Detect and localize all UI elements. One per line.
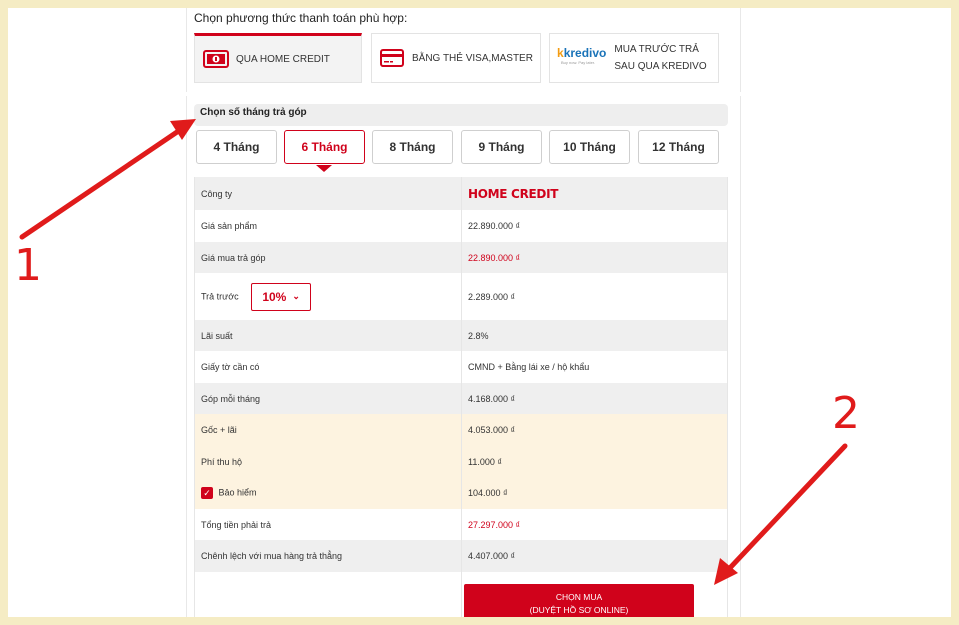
payment-option-kredivo[interactable]: kkredivo Buy now. Pay later. MUA TRƯỚC T… [549, 33, 719, 83]
payment-method-panel: Chọn phương thức thanh toán phù hợp: QUA… [186, 8, 741, 92]
table-row-documents: Giấy tờ cần có CMND + Bằng lái xe / hộ k… [194, 351, 728, 383]
table-row-interest: Lãi suất 2.8% [194, 320, 728, 351]
insurance-label: Bảo hiểm [218, 487, 257, 498]
table-row-company: Công ty HOME CREDIT [194, 177, 728, 210]
prepay-percent-value: 10% [262, 289, 287, 304]
installment-table: Công ty HOME CREDIT Giá sản phẩm 22.890.… [194, 177, 728, 617]
row-value: 27.297.000 ₫ [461, 509, 728, 540]
row-value: CMND + Bằng lái xe / hộ khẩu [461, 351, 728, 383]
page-frame: Chọn phương thức thanh toán phù hợp: QUA… [8, 8, 951, 617]
row-label: Giấy tờ cần có [194, 351, 462, 383]
row-value: 4.053.000 ₫ [461, 414, 728, 446]
tab-9-months[interactable]: 9 Tháng [461, 130, 542, 164]
row-label: Gốc + lãi [194, 414, 462, 446]
home-credit-icon [203, 50, 229, 68]
row-label: Trả trước 10% ⌄ [194, 273, 462, 320]
tab-10-months[interactable]: 10 Tháng [549, 130, 630, 164]
row-label: Góp mỗi tháng [194, 383, 462, 414]
row-value: 4.168.000 ₫ [461, 383, 728, 414]
row-label: Lãi suất [194, 320, 462, 351]
row-value: 22.890.000 ₫ [461, 210, 728, 242]
table-row-principal: Gốc + lãi 4.053.000 ₫ [194, 414, 728, 446]
payment-option-kredivo-label: MUA TRƯỚC TRẢ SAU QUA KREDIVO [614, 44, 707, 72]
table-row-prepay: Trả trước 10% ⌄ 2.289.000 ₫ [194, 273, 728, 320]
chevron-down-icon: ⌄ [292, 291, 300, 301]
tab-6-months[interactable]: 6 Tháng [284, 130, 365, 164]
prepay-label: Trả trước [201, 290, 239, 301]
tab-8-months[interactable]: 8 Tháng [372, 130, 453, 164]
row-value: 22.890.000 ₫ [461, 242, 728, 273]
table-row-install-price: Giá mua trả góp 22.890.000 ₫ [194, 242, 728, 273]
payment-method-title: Chọn phương thức thanh toán phù hợp: [194, 11, 408, 25]
row-value: HOME CREDIT [461, 177, 728, 210]
table-row-price: Giá sản phẩm 22.890.000 ₫ [194, 210, 728, 242]
kredivo-logo: kkredivo Buy now. Pay later. [557, 46, 607, 65]
payment-option-visa-master-label: BẰNG THẺ VISA,MASTER [412, 52, 533, 64]
annotation-label-2: 2 [832, 388, 860, 439]
buy-button-line2: (DUYỆT HỒ SƠ ONLINE) [529, 605, 629, 615]
table-row-buy: CHỌN MUA (DUYỆT HỒ SƠ ONLINE) [194, 572, 728, 617]
row-value: 11.000 ₫ [461, 446, 728, 477]
row-label: Tổng tiền phải trả [194, 509, 462, 540]
buy-button-line1: CHỌN MUA [555, 592, 603, 602]
insurance-checkbox[interactable]: ✓ [201, 487, 213, 499]
payment-option-home-credit-label: QUA HOME CREDIT [236, 53, 330, 65]
row-value: 2.289.000 ₫ [461, 273, 728, 320]
row-label: Giá sản phẩm [194, 210, 462, 242]
row-label: Công ty [194, 177, 462, 210]
home-credit-logo: HOME CREDIT [468, 186, 559, 201]
table-row-total: Tổng tiền phải trả 27.297.000 ₫ [194, 509, 728, 540]
row-label: Phí thu hộ [194, 446, 462, 477]
installment-panel: Chọn số tháng trả góp 4 Tháng 6 Tháng 8 … [186, 96, 741, 617]
prepay-percent-select[interactable]: 10% ⌄ [251, 282, 312, 311]
row-value: 4.407.000 ₫ [461, 540, 728, 572]
table-row-insurance: ✓ Bảo hiểm 104.000 ₫ [194, 477, 728, 509]
payment-option-visa-master[interactable]: BẰNG THẺ VISA,MASTER [371, 33, 541, 83]
payment-option-home-credit[interactable]: QUA HOME CREDIT [194, 33, 362, 83]
table-row-monthly: Góp mỗi tháng 4.168.000 ₫ [194, 383, 728, 414]
credit-card-icon [380, 49, 404, 67]
tab-12-months[interactable]: 12 Tháng [638, 130, 719, 164]
row-value: 2.8% [461, 320, 728, 351]
tab-4-months[interactable]: 4 Tháng [196, 130, 277, 164]
installment-months-heading: Chọn số tháng trả góp [194, 104, 728, 126]
row-label: Chênh lệch với mua hàng trả thẳng [194, 540, 462, 572]
row-label: ✓ Bảo hiểm [194, 477, 462, 509]
row-value: 104.000 ₫ [461, 477, 728, 509]
selected-tab-caret [316, 165, 332, 172]
table-row-difference: Chênh lệch với mua hàng trả thẳng 4.407.… [194, 540, 728, 572]
table-row-fee: Phí thu hộ 11.000 ₫ [194, 446, 728, 477]
row-label: Giá mua trả góp [194, 242, 462, 273]
annotation-label-1: 1 [14, 240, 42, 291]
choose-buy-button[interactable]: CHỌN MUA (DUYỆT HỒ SƠ ONLINE) [464, 584, 694, 617]
